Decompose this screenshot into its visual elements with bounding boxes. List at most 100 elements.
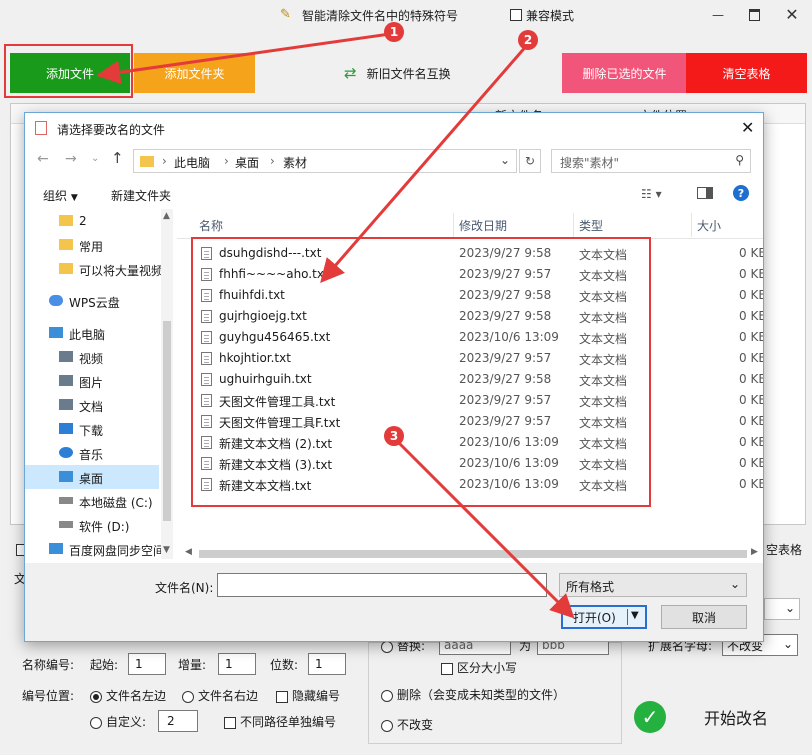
add-folder-button[interactable]: 添加文件夹 [134, 53, 255, 93]
filter-value: 所有格式 [566, 580, 615, 594]
radio-dot[interactable] [90, 690, 102, 703]
nav-item-label: 此电脑 [69, 328, 106, 342]
breadcrumb-item[interactable]: 此电脑 [174, 154, 210, 171]
radio-dot[interactable] [381, 689, 393, 702]
chevron-down-icon[interactable]: ⌄ [500, 153, 510, 167]
increment-input[interactable]: 1 [218, 653, 256, 675]
scroll-down-icon[interactable]: ▼ [163, 545, 170, 555]
preview-pane-icon[interactable] [697, 187, 713, 199]
right-select-top[interactable]: ⌄ [764, 598, 800, 620]
delete-selected-button[interactable]: 删除已选的文件 [562, 53, 687, 93]
forward-button[interactable]: → [65, 151, 77, 167]
cloud-icon [49, 295, 63, 306]
back-button[interactable]: ← [37, 151, 49, 167]
clear-table-button[interactable]: 清空表格 [686, 53, 807, 93]
swap-names-button[interactable]: ⇄ 新旧文件名互换 [344, 60, 451, 86]
special-chars-option[interactable]: ✎ 智能清除文件名中的特殊符号 [280, 6, 458, 24]
caret-down-icon[interactable]: ▼ [631, 610, 639, 621]
custom-input[interactable]: 2 [158, 710, 198, 732]
scroll-thumb[interactable] [163, 321, 171, 521]
nav-item[interactable]: 此电脑 [25, 321, 159, 345]
file-type-filter[interactable]: 所有格式 ⌄ [559, 573, 747, 597]
nav-item[interactable]: 软件 (D:) [25, 513, 159, 537]
compat-mode-checkbox[interactable]: 兼容模式 [510, 7, 574, 23]
nav-item[interactable]: 2 [25, 209, 159, 233]
start-rename-button[interactable]: ✓ 开始改名 [632, 690, 802, 744]
clear-table-right-label[interactable]: 空表格 [766, 541, 802, 558]
folder-icon [59, 239, 73, 250]
custom-radio[interactable]: 自定义: [90, 713, 146, 730]
nav-item[interactable]: 桌面 [25, 465, 159, 489]
new-folder-button[interactable]: 新建文件夹 [111, 187, 171, 204]
address-bar[interactable]: › 此电脑 › 桌面 › 素材 ⌄ [133, 149, 517, 173]
refresh-button[interactable]: ↻ [519, 149, 541, 173]
breadcrumb-item[interactable]: 素材 [283, 154, 307, 171]
navigation-pane[interactable]: 2 常用 可以将大量视频 WPS云盘此电脑视频 图片 文档 下载音乐桌面 本地磁盘 (C:) 软… [25, 209, 175, 559]
organize-menu[interactable]: 组织 ▼ [43, 187, 78, 204]
checkbox-box[interactable] [276, 690, 288, 703]
radio-dot[interactable] [90, 716, 102, 729]
nav-item-label: 音乐 [79, 448, 104, 462]
open-label: 打开(O) [573, 610, 616, 625]
nav-item[interactable]: WPS云盘 [25, 289, 159, 313]
no-change-radio[interactable]: 不改变 [381, 716, 433, 733]
nav-item[interactable]: 可以将大量视频 [25, 257, 163, 281]
dialog-close-icon[interactable]: ✕ [741, 118, 754, 137]
hide-number-checkbox[interactable]: 隐藏编号 [276, 687, 340, 704]
help-icon[interactable]: ? [733, 185, 749, 201]
h-scroll-thumb[interactable] [199, 550, 747, 558]
scroll-left-icon[interactable]: ◀ [185, 547, 192, 557]
digits-input[interactable]: 1 [308, 653, 346, 675]
col-type[interactable]: 类型 [579, 217, 603, 234]
nav-scrollbar[interactable]: ▲ ▼ [161, 209, 173, 559]
scroll-right-icon[interactable]: ▶ [751, 547, 758, 557]
breadcrumb-item[interactable]: 桌面 [235, 154, 259, 171]
file-size: 0 KB [739, 309, 763, 323]
horizontal-scrollbar[interactable]: ◀ ▶ [185, 547, 763, 561]
number-position-row: 编号位置: 文件名左边 文件名右边 隐藏编号 [22, 686, 367, 704]
nav-item-label: 2 [79, 214, 87, 228]
minimize-button[interactable]: — [708, 6, 728, 24]
nav-item[interactable]: 下载 [25, 417, 159, 441]
nav-item[interactable]: 文档 [25, 393, 159, 417]
radio-dot[interactable] [182, 690, 194, 703]
computer-icon [49, 327, 63, 338]
close-button[interactable]: ✕ [782, 4, 802, 24]
scroll-up-icon[interactable]: ▲ [163, 211, 170, 221]
checkbox-box[interactable] [224, 716, 236, 729]
sync-icon [49, 543, 63, 554]
search-box[interactable]: 搜索"素材" ⚲ [551, 149, 751, 173]
col-name[interactable]: 名称 [199, 217, 223, 234]
view-options-icon[interactable]: ☷ ▾ [641, 187, 662, 201]
nav-item[interactable]: 音乐 [25, 441, 159, 465]
radio-dot[interactable] [381, 719, 393, 732]
cancel-button[interactable]: 取消 [661, 605, 747, 629]
pos-left-radio[interactable]: 文件名左边 [90, 687, 166, 704]
add-file-button[interactable]: 添加文件 [10, 53, 130, 93]
nav-item[interactable]: 图片 [25, 369, 159, 393]
pos-right-radio[interactable]: 文件名右边 [182, 687, 258, 704]
col-size[interactable]: 大小 [697, 217, 721, 234]
nav-item[interactable]: 百度网盘同步空间 [25, 537, 165, 559]
open-button[interactable]: 打开(O) ▼ [561, 605, 647, 629]
filename-input[interactable] [217, 573, 547, 597]
radio-dot[interactable] [381, 640, 393, 653]
up-button[interactable]: ↑ [111, 149, 124, 167]
start-label: 起始: [90, 658, 119, 672]
checkbox-box[interactable] [441, 662, 453, 675]
nav-item[interactable]: 本地磁盘 (C:) [25, 489, 159, 513]
delete-ext-radio[interactable]: 删除（会变成未知类型的文件） [381, 686, 565, 703]
dialog-app-icon [35, 121, 47, 135]
start-input[interactable]: 1 [128, 653, 166, 675]
nav-item[interactable]: 常用 [25, 233, 159, 257]
music-icon [59, 447, 73, 458]
maximize-button[interactable] [744, 6, 764, 24]
case-sensitive-checkbox[interactable]: 区分大小写 [441, 659, 517, 676]
diff-path-checkbox[interactable]: 不同路径单独编号 [224, 713, 336, 730]
file-list[interactable]: ˄ 名称 修改日期 类型 大小 dsuhgdishd---.txt 2023/9/… [177, 209, 763, 547]
recent-dropdown-icon[interactable]: ⌄ [91, 153, 99, 164]
col-modified[interactable]: 修改日期 [459, 217, 507, 234]
nav-item[interactable]: 视频 [25, 345, 159, 369]
checkbox-box[interactable] [510, 9, 522, 21]
title-bar: ✎ 智能清除文件名中的特殊符号 兼容模式 — ✕ [0, 0, 812, 32]
